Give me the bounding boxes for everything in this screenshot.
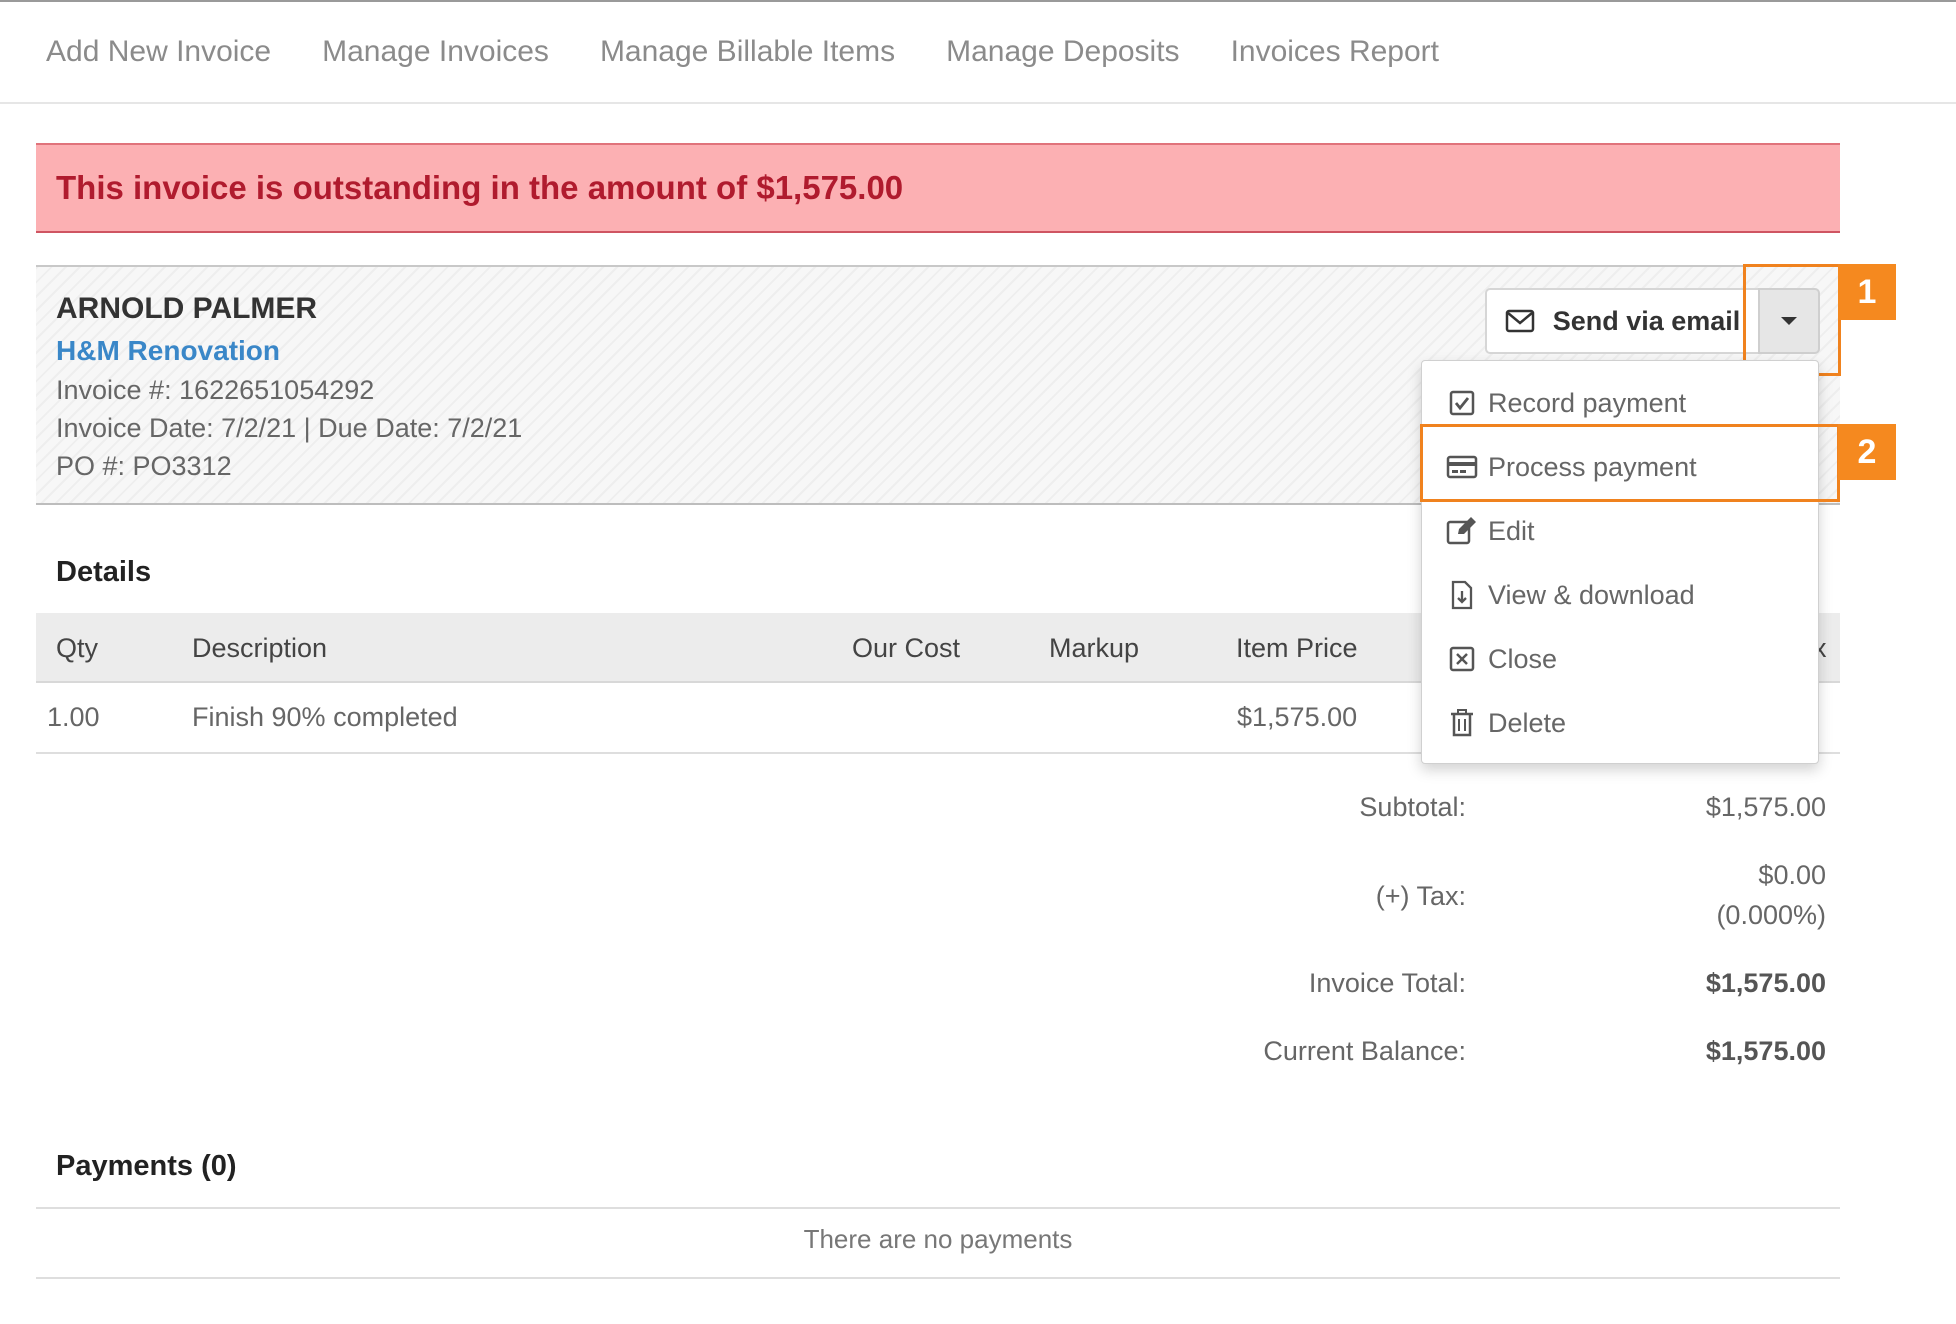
col-our-cost: Our Cost: [852, 633, 961, 663]
details-title: Details: [56, 556, 152, 588]
menu-delete[interactable]: Delete: [1422, 691, 1818, 755]
close-box-icon: [1446, 643, 1478, 675]
menu-record-payment-label: Record payment: [1488, 387, 1687, 418]
send-via-email-label: Send via email: [1552, 305, 1741, 336]
subtotal-value: $1,575.00: [1705, 792, 1826, 822]
nav-invoices-report[interactable]: Invoices Report: [1231, 35, 1439, 69]
actions-dropdown-menu: Record payment Process payment Edit View…: [1421, 360, 1819, 764]
invoice-number: Invoice #: 1622651054292: [56, 375, 375, 405]
client-name: ARNOLD PALMER: [56, 292, 318, 325]
invoice-total-value: $1,575.00: [1705, 968, 1826, 998]
company-link[interactable]: H&M Renovation: [56, 335, 280, 367]
nav-add-new-invoice[interactable]: Add New Invoice: [46, 35, 271, 69]
row-item-price: $1,575.00: [1237, 702, 1358, 732]
col-description: Description: [192, 633, 328, 663]
nav-manage-billable-items[interactable]: Manage Billable Items: [600, 35, 895, 69]
invoice-total-label: Invoice Total:: [1308, 968, 1466, 998]
envelope-icon: [1505, 309, 1534, 333]
tax-label: (+) Tax:: [1375, 881, 1466, 911]
col-qty: Qty: [56, 633, 99, 663]
menu-delete-label: Delete: [1488, 707, 1567, 738]
checkbox-icon: [1446, 387, 1478, 419]
row-qty: 1.00: [47, 702, 100, 732]
menu-edit[interactable]: Edit: [1422, 499, 1818, 563]
nav-manage-invoices[interactable]: Manage Invoices: [322, 35, 549, 69]
payments-top-divider: [36, 1207, 1840, 1209]
alert-message: This invoice is outstanding in the amoun…: [56, 169, 904, 206]
payments-bottom-divider: [36, 1277, 1840, 1279]
po-number: PO #: PO3312: [56, 451, 232, 481]
trash-icon: [1446, 707, 1478, 739]
menu-edit-label: Edit: [1488, 515, 1535, 546]
col-markup: Markup: [1049, 633, 1140, 663]
row-description: Finish 90% completed: [192, 702, 458, 732]
file-download-icon: [1446, 579, 1478, 611]
col-item-price: Item Price: [1236, 633, 1358, 663]
send-via-email-button[interactable]: Send via email: [1485, 288, 1758, 354]
menu-close-label: Close: [1488, 643, 1558, 674]
menu-view-download-label: View & download: [1488, 579, 1695, 610]
no-payments-text: There are no payments: [803, 1224, 1073, 1254]
subtotal-label: Subtotal:: [1359, 792, 1466, 822]
tax-value: $0.00: [1758, 860, 1826, 890]
menu-close[interactable]: Close: [1422, 627, 1818, 691]
menu-view-download[interactable]: View & download: [1422, 563, 1818, 627]
callout-number-1: 1: [1838, 264, 1896, 320]
current-balance-label: Current Balance:: [1263, 1036, 1466, 1066]
nav-manage-deposits[interactable]: Manage Deposits: [946, 35, 1179, 69]
top-nav: Add New Invoice Manage Invoices Manage B…: [0, 2, 1956, 104]
tax-rate: (0.000%): [1716, 900, 1826, 930]
outstanding-alert: This invoice is outstanding in the amoun…: [36, 143, 1840, 233]
callout-highlight-2: [1420, 424, 1840, 502]
invoice-dates: Invoice Date: 7/2/21 | Due Date: 7/2/21: [56, 413, 523, 443]
current-balance-value: $1,575.00: [1705, 1036, 1826, 1066]
callout-number-2: 2: [1838, 424, 1896, 480]
edit-icon: [1446, 515, 1478, 547]
payments-title: Payments (0): [56, 1150, 237, 1182]
